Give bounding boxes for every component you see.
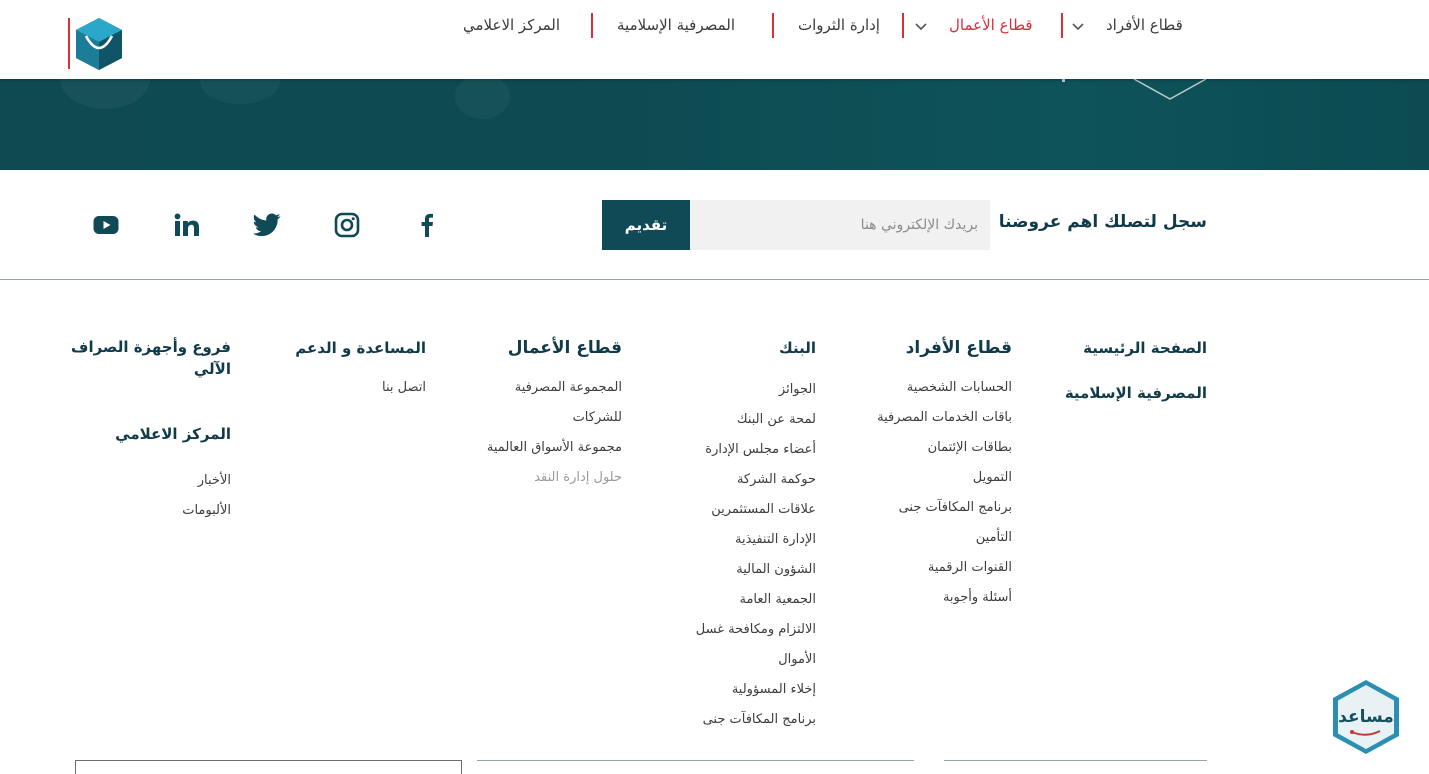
islamic-banking-link[interactable]: المصرفية الإسلامية bbox=[1065, 381, 1207, 405]
footer-individuals: قطاع الأفراد الحسابات الشخصية باقات الخد… bbox=[877, 336, 1012, 613]
nav-divider bbox=[591, 13, 593, 38]
footer-support: المساعدة و الدعم اتصل بنا bbox=[295, 336, 426, 403]
nav-divider bbox=[902, 13, 904, 38]
media-center-heading[interactable]: المركز الاعلامي bbox=[71, 422, 231, 446]
footer-link[interactable]: علاقات المستثمرين bbox=[696, 495, 816, 525]
footer-link[interactable]: الألبومات bbox=[71, 496, 231, 526]
footer-link[interactable]: الالتزام ومكافحة غسل bbox=[696, 615, 816, 645]
footer-link[interactable]: التأمين bbox=[877, 523, 1012, 553]
footer-link[interactable]: المجموعة المصرفية bbox=[487, 373, 622, 403]
footer-link[interactable]: بطاقات الإئتمان bbox=[877, 433, 1012, 463]
footer-link[interactable]: حلول إدارة النقد bbox=[487, 463, 622, 493]
footer-link[interactable]: الأخبار bbox=[71, 466, 231, 496]
email-input[interactable] bbox=[690, 200, 990, 250]
nav-islamic-banking[interactable]: المصرفية الإسلامية bbox=[617, 16, 735, 34]
youtube-icon[interactable] bbox=[91, 210, 121, 240]
bottom-panel bbox=[75, 760, 462, 774]
banner-decoration bbox=[1133, 79, 1207, 100]
branches-atm-heading[interactable]: فروع وأجهزة الصراف الآلي bbox=[71, 336, 231, 380]
footer-branches: فروع وأجهزة الصراف الآلي المركز الاعلامي… bbox=[71, 336, 231, 526]
divider bbox=[944, 760, 1207, 761]
twitter-icon[interactable] bbox=[252, 210, 282, 240]
facebook-icon[interactable] bbox=[412, 210, 442, 240]
footer-link[interactable]: برنامج المكافآت جنى bbox=[877, 493, 1012, 523]
hero-banner bbox=[0, 79, 1429, 170]
bank-heading[interactable]: البنك bbox=[696, 336, 816, 360]
footer-bank: البنك الجوائز لمحة عن البنك أعضاء مجلس ا… bbox=[696, 336, 816, 735]
footer-link[interactable]: للشركات bbox=[487, 403, 622, 433]
footer-link[interactable]: الجمعية العامة bbox=[696, 585, 816, 615]
home-link[interactable]: الصفحة الرئيسية bbox=[1065, 336, 1207, 360]
newsletter-section: سجل لتصلك اهم عروضنا تقديم bbox=[0, 170, 1429, 280]
bank-logo[interactable] bbox=[74, 16, 124, 71]
submit-button[interactable]: تقديم bbox=[602, 200, 690, 250]
footer-link[interactable]: باقات الخدمات المصرفية bbox=[877, 403, 1012, 433]
footer-link[interactable]: لمحة عن البنك bbox=[696, 405, 816, 435]
footer-main-links: الصفحة الرئيسية المصرفية الإسلامية bbox=[1065, 336, 1207, 405]
footer-link[interactable]: الأموال bbox=[696, 645, 816, 675]
chevron-down-icon[interactable] bbox=[914, 20, 928, 34]
footer-link[interactable]: الإدارة التنفيذية bbox=[696, 525, 816, 555]
nav-media-center[interactable]: المركز الاعلامي bbox=[463, 16, 560, 34]
footer-link[interactable]: الحسابات الشخصية bbox=[877, 373, 1012, 403]
assistant-label: مساعد bbox=[1338, 707, 1394, 727]
nav-individuals[interactable]: قطاع الأفراد bbox=[1106, 16, 1183, 34]
footer-link[interactable]: أسئلة وأجوبة bbox=[877, 583, 1012, 613]
footer-link[interactable]: حوكمة الشركة bbox=[696, 465, 816, 495]
nav-divider bbox=[1061, 13, 1063, 38]
main-nav: قطاع الأفراد قطاع الأعمال إدارة الثروات … bbox=[440, 0, 1200, 52]
footer-link[interactable]: الشؤون المالية bbox=[696, 555, 816, 585]
logo-divider bbox=[68, 18, 70, 69]
nav-business[interactable]: قطاع الأعمال bbox=[949, 16, 1033, 34]
top-navigation-bar: قطاع الأفراد قطاع الأعمال إدارة الثروات … bbox=[0, 0, 1429, 79]
divider bbox=[477, 760, 914, 761]
footer-link[interactable]: برنامج المكافآت جنى bbox=[696, 705, 816, 735]
linkedin-icon[interactable] bbox=[172, 210, 202, 240]
footer-link[interactable]: التمويل bbox=[877, 463, 1012, 493]
footer-link[interactable]: إخلاء المسؤولية bbox=[696, 675, 816, 705]
footer-link[interactable]: مجموعة الأسواق العالمية bbox=[487, 433, 622, 463]
chevron-down-icon[interactable] bbox=[1071, 20, 1085, 34]
footer-business: قطاع الأعمال المجموعة المصرفية للشركات م… bbox=[487, 336, 622, 493]
nav-wealth[interactable]: إدارة الثروات bbox=[798, 16, 880, 34]
instagram-icon[interactable] bbox=[332, 210, 362, 240]
newsletter-title: سجل لتصلك اهم عروضنا bbox=[998, 212, 1207, 232]
support-heading[interactable]: المساعدة و الدعم bbox=[295, 336, 426, 360]
business-heading[interactable]: قطاع الأعمال bbox=[487, 336, 622, 360]
virtual-assistant-icon[interactable]: مساعد bbox=[1330, 678, 1402, 756]
footer-link[interactable]: القنوات الرقمية bbox=[877, 553, 1012, 583]
nav-divider bbox=[772, 13, 774, 38]
individuals-heading[interactable]: قطاع الأفراد bbox=[877, 336, 1012, 360]
footer-link[interactable]: اتصل بنا bbox=[295, 373, 426, 403]
footer-link[interactable]: أعضاء مجلس الإدارة bbox=[696, 435, 816, 465]
footer-link[interactable]: الجوائز bbox=[696, 375, 816, 405]
